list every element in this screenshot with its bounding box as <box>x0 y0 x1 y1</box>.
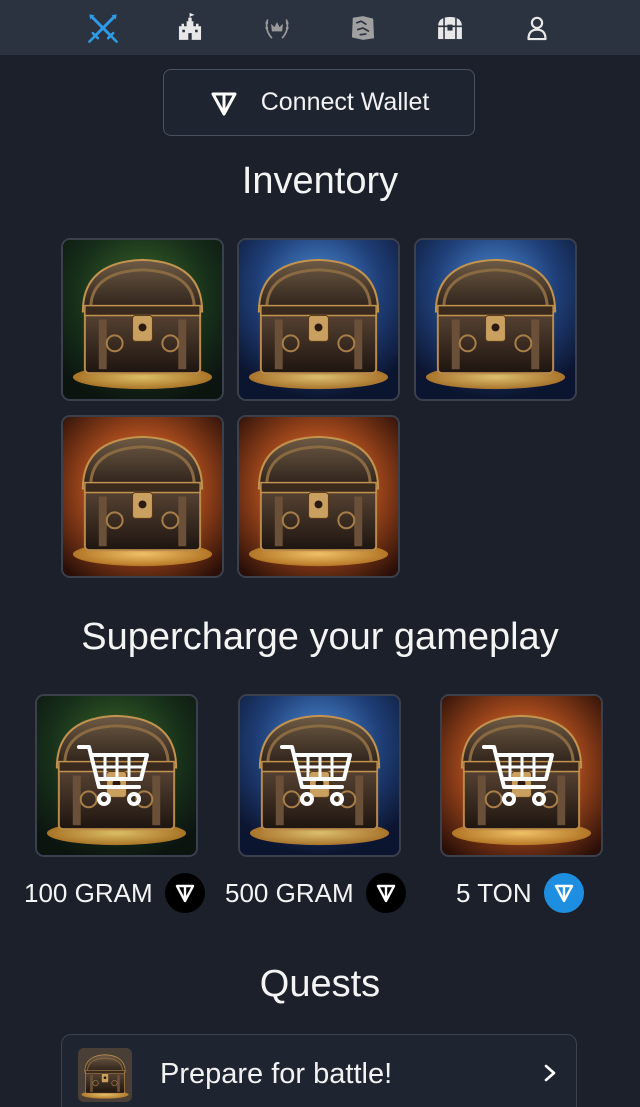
nav-map[interactable] <box>335 6 391 50</box>
shopping-cart-icon <box>280 745 352 806</box>
blue-chest-image <box>416 240 575 399</box>
orange-chest-image <box>63 417 222 576</box>
inventory-item-orange-chest[interactable] <box>61 415 224 578</box>
quests-title: Quests <box>259 963 381 1005</box>
ton-icon <box>175 884 194 903</box>
top-navigation <box>0 0 640 55</box>
shop-price-5-ton: 5 TON <box>456 872 584 914</box>
ton-badge <box>164 873 205 913</box>
ton-icon <box>554 884 573 903</box>
crossed-swords-icon <box>88 13 119 43</box>
inventory-item-blue-chest[interactable] <box>237 238 400 401</box>
inventory-title: Inventory <box>241 160 399 202</box>
inventory-item-green-chest[interactable] <box>61 238 224 401</box>
price-label: 5 TON <box>456 877 532 908</box>
quest-item[interactable]: Prepare for battle! <box>61 1034 577 1107</box>
chest-image <box>78 1048 132 1102</box>
crown-laurel-icon <box>265 18 289 39</box>
ton-icon <box>211 92 237 115</box>
castle-icon <box>178 12 202 40</box>
shopping-cart-icon <box>482 745 554 806</box>
quest-label: Prepare for battle! <box>160 1058 393 1090</box>
connect-wallet-button[interactable]: Connect Wallet <box>163 69 475 136</box>
quest-chest-thumbnail <box>78 1048 132 1102</box>
shop-title: Supercharge your gameplay <box>81 616 559 658</box>
inventory-item-orange-chest[interactable] <box>237 415 400 578</box>
ton-icon <box>376 884 395 903</box>
shop-item-orange-chest[interactable] <box>440 694 603 857</box>
user-icon <box>527 16 547 40</box>
green-chest-image <box>63 240 222 399</box>
ton-badge <box>543 873 584 913</box>
price-label: 100 GRAM <box>24 877 153 908</box>
treasure-chest-icon <box>438 16 462 39</box>
ton-badge <box>365 873 406 913</box>
nav-battle[interactable] <box>75 6 131 50</box>
blue-chest-image <box>239 240 398 399</box>
shop-item-blue-chest[interactable] <box>238 694 401 857</box>
chevron-right-icon <box>544 1064 556 1082</box>
shop-item-green-chest[interactable] <box>35 694 198 857</box>
connect-wallet-label: Connect Wallet <box>260 88 430 116</box>
shop-price-500-gram: 500 GRAM <box>225 872 406 914</box>
price-label: 500 GRAM <box>225 877 354 908</box>
orange-chest-image <box>239 417 398 576</box>
nav-chests[interactable] <box>422 6 478 50</box>
nav-profile[interactable] <box>509 6 565 50</box>
shop-price-100-gram: 100 GRAM <box>24 872 205 914</box>
nav-ranking[interactable] <box>249 6 305 50</box>
nav-castle[interactable] <box>162 6 218 50</box>
shopping-cart-icon <box>77 745 149 806</box>
map-icon <box>352 15 375 40</box>
inventory-item-blue-chest[interactable] <box>414 238 577 401</box>
